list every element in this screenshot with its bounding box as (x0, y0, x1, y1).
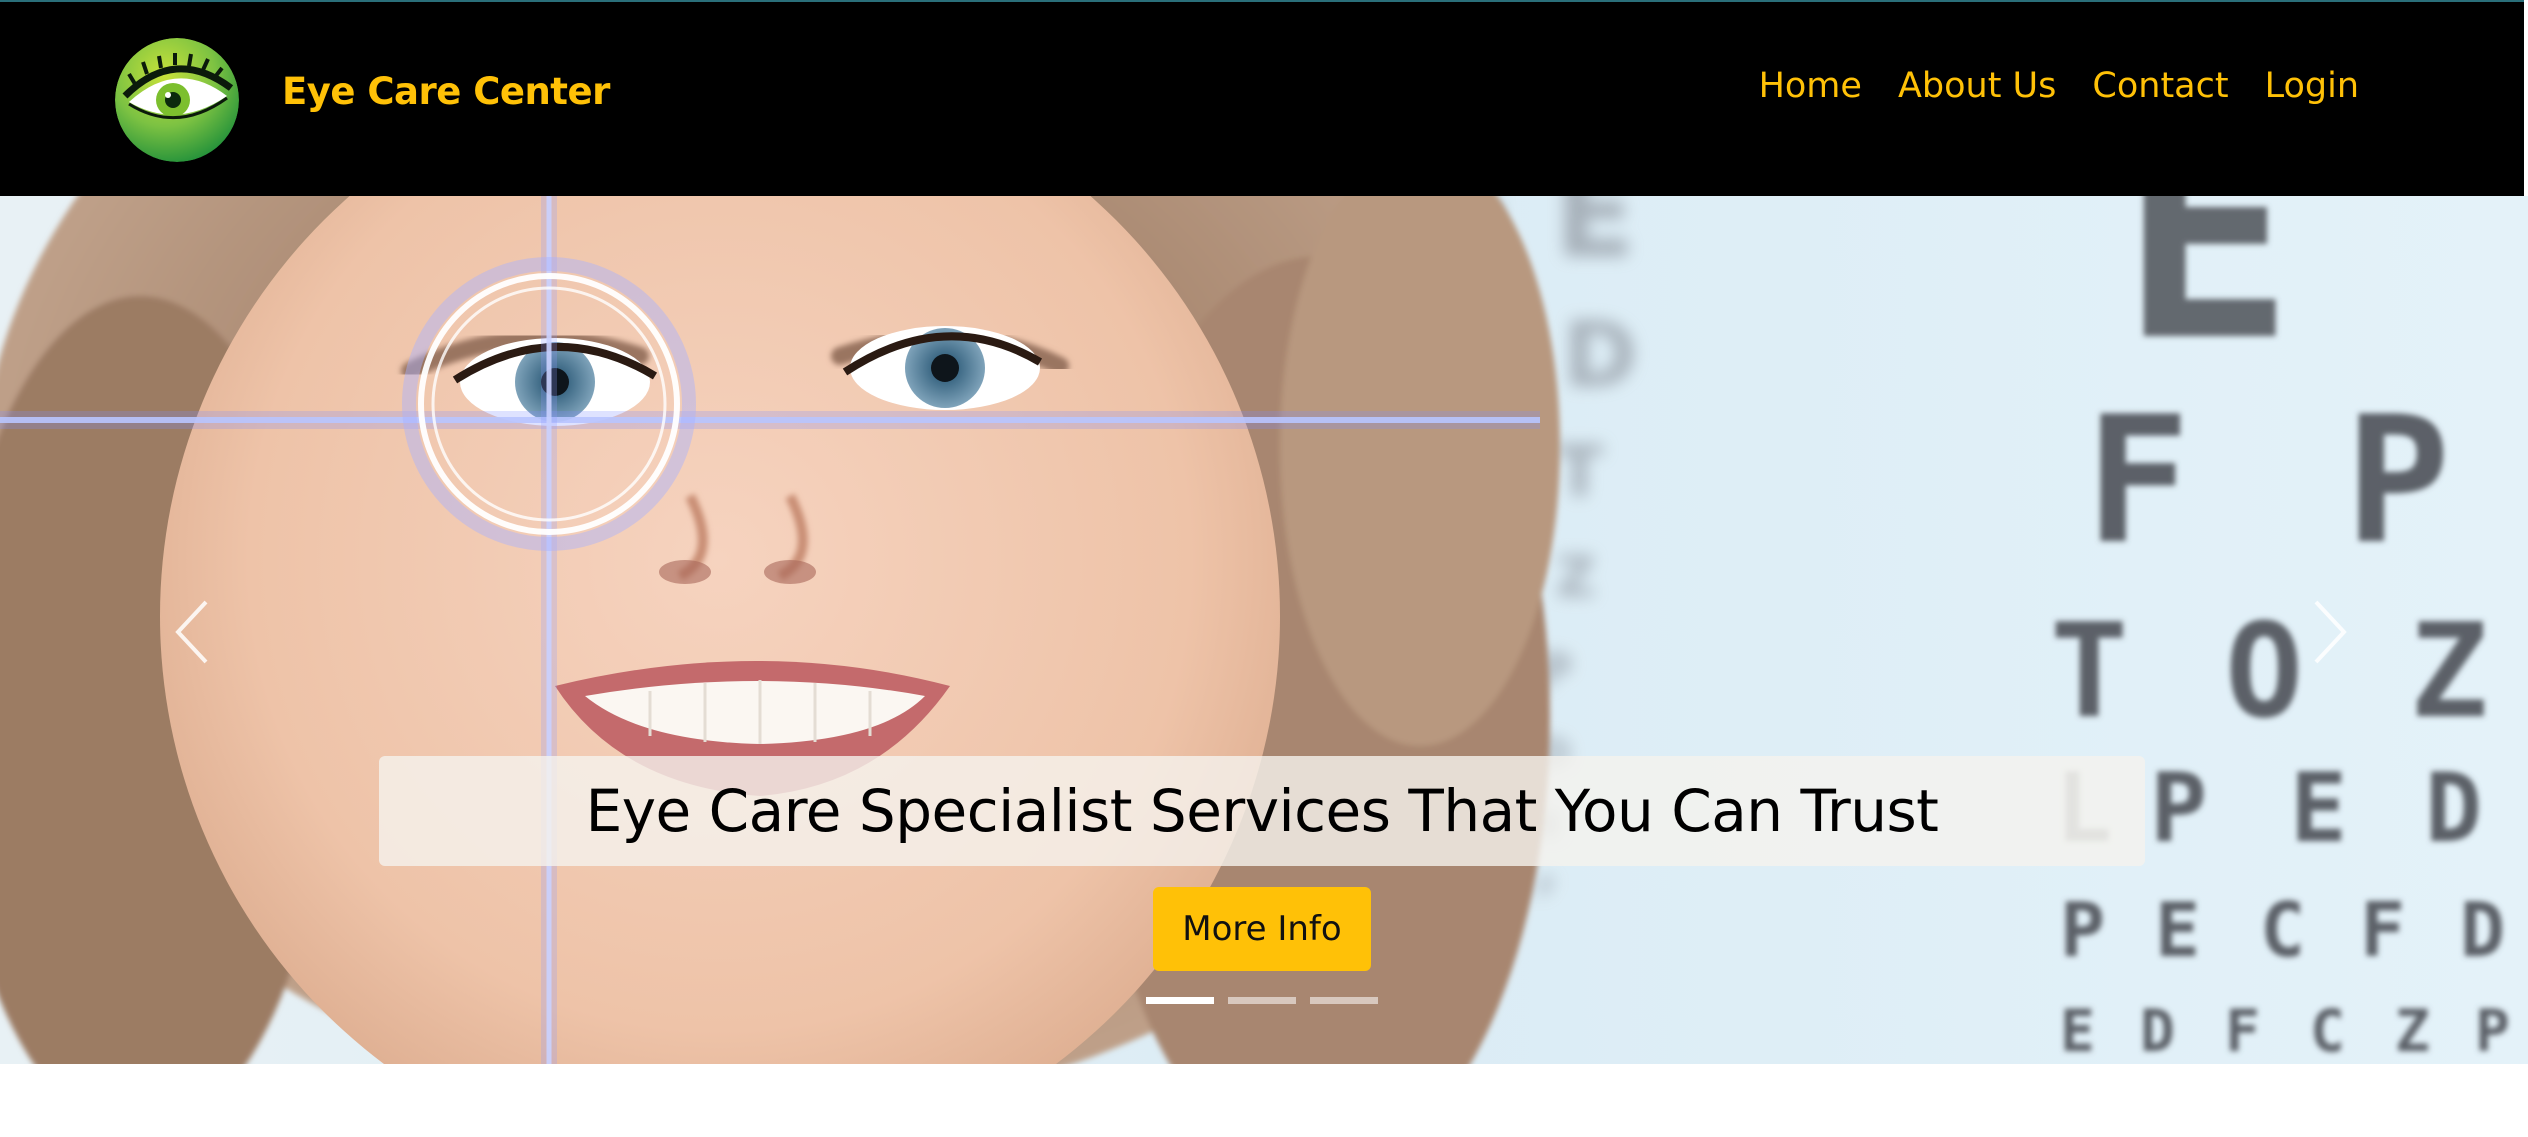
nav-link-login[interactable]: Login (2265, 66, 2359, 106)
hero-caption: Eye Care Specialist Services That You Ca… (585, 777, 1939, 845)
svg-text:E: E (2290, 754, 2347, 864)
svg-text:E: E (2155, 886, 2200, 974)
svg-text:D: D (2140, 997, 2175, 1064)
svg-text:E: E (2060, 997, 2095, 1064)
carousel-indicator-3[interactable] (1310, 997, 1378, 1004)
svg-text:F: F (2360, 886, 2405, 974)
svg-text:P: P (2150, 754, 2207, 864)
brand-name[interactable]: Eye Care Center (282, 70, 610, 113)
svg-text:Z: Z (2395, 997, 2430, 1064)
svg-text:D: D (2460, 886, 2505, 974)
chevron-right-icon (2314, 600, 2347, 664)
svg-text:F: F (2085, 380, 2190, 583)
hero-carousel: E E F D P T O Z L P E D P E C F E F P T … (0, 196, 2528, 1064)
svg-text:E: E (2120, 196, 2295, 405)
nav-link-home[interactable]: Home (1759, 66, 1862, 106)
svg-text:T: T (2050, 595, 2128, 747)
carousel-indicators (1146, 997, 1378, 1004)
nav-link-about-us[interactable]: About Us (1898, 66, 2056, 106)
svg-text:C: C (2310, 997, 2345, 1064)
eye-logo-icon[interactable] (115, 38, 239, 162)
svg-text:F: F (2225, 997, 2260, 1064)
svg-text:C: C (2260, 886, 2305, 974)
nav-link-contact[interactable]: Contact (2092, 66, 2228, 106)
main-nav: Home About Us Contact Login (1759, 66, 2359, 106)
svg-text:D: D (2425, 754, 2482, 864)
page-content-area (0, 1064, 2528, 1137)
svg-text:Z: Z (2410, 595, 2488, 747)
chevron-left-icon (175, 600, 208, 664)
carousel-prev-button[interactable] (162, 592, 222, 672)
svg-text:O: O (2225, 595, 2303, 747)
svg-text:P: P (2345, 380, 2450, 583)
hero-caption-box: Eye Care Specialist Services That You Ca… (379, 756, 2145, 866)
navbar: Eye Care Center Home About Us Contact Lo… (0, 0, 2524, 196)
svg-text:P: P (2475, 997, 2510, 1064)
more-info-button[interactable]: More Info (1153, 887, 1371, 971)
carousel-indicator-2[interactable] (1228, 997, 1296, 1004)
carousel-indicator-1[interactable] (1146, 997, 1214, 1004)
svg-text:P: P (2060, 886, 2105, 974)
carousel-next-button[interactable] (2300, 592, 2360, 672)
